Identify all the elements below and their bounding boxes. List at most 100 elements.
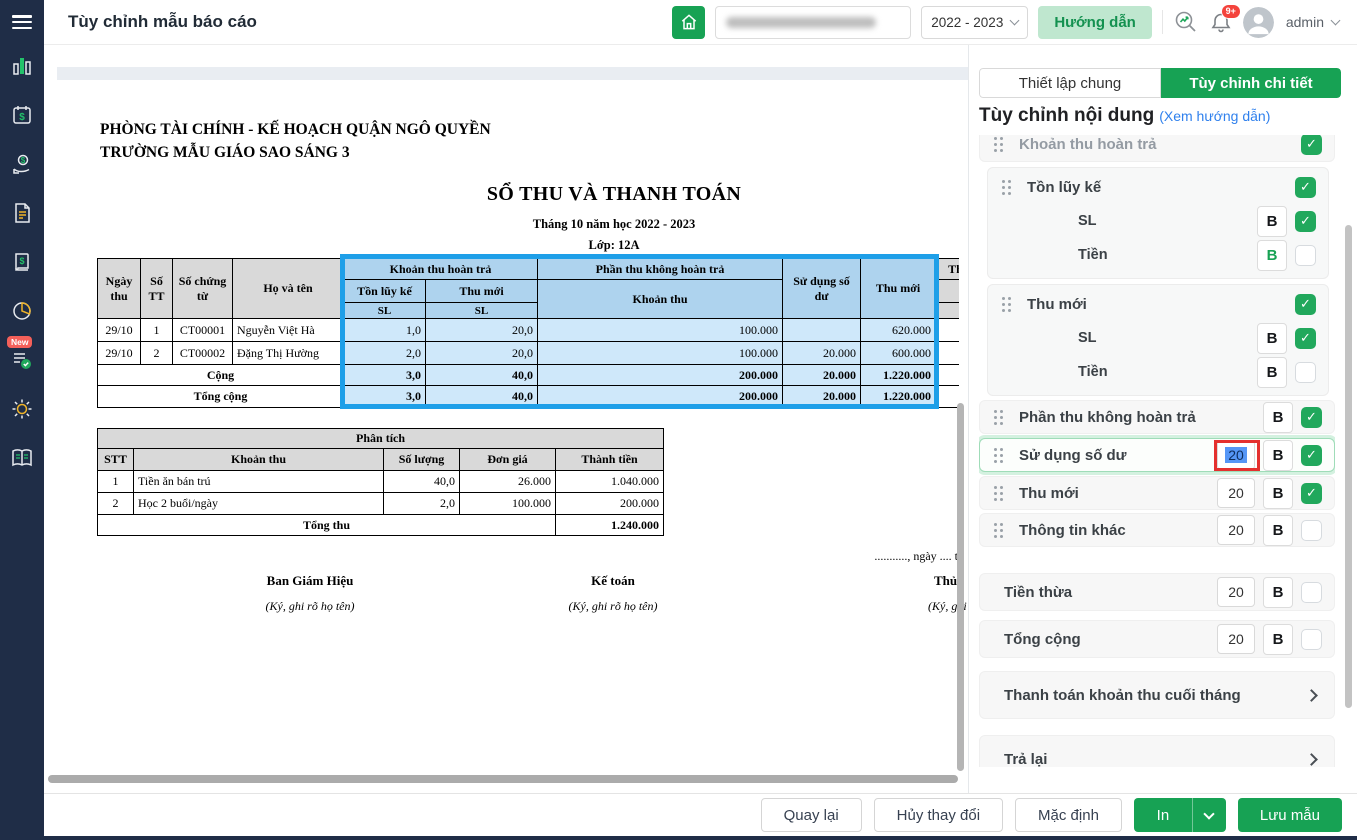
checkbox-unchecked[interactable]: ✓	[1301, 629, 1322, 650]
notifications-button[interactable]: 9+	[1209, 10, 1233, 35]
row-tong-cong[interactable]: Tổng cộng 20 B ✓	[979, 620, 1335, 658]
page-top-gap	[57, 67, 968, 80]
view-guide-link[interactable]: (Xem hướng dẫn)	[1159, 108, 1270, 124]
card-ton-luy-ke: Tồn lũy kế ✓ SL B ✓ Tiền B ✓	[987, 167, 1329, 279]
row-thanh-toan-khoan-thu-cuoi-thang[interactable]: Thanh toán khoản thu cuối tháng	[979, 671, 1335, 719]
row-thong-tin-khac[interactable]: Thông tin khác 20 B ✓	[979, 513, 1335, 547]
checkbox-checked[interactable]: ✓	[1295, 328, 1316, 349]
report-preview[interactable]: PHÒNG TÀI CHÍNH - KẾ HOẠCH QUẬN NGÔ QUYỀ…	[44, 45, 968, 793]
vertical-scrollbar[interactable]	[957, 403, 964, 771]
checkbox-checked[interactable]: ✓	[1295, 294, 1316, 315]
report-title: SỔ THU VÀ THANH TOÁN	[487, 183, 741, 205]
sidebar-item-documents[interactable]	[9, 200, 35, 226]
save-template-button[interactable]: Lưu mẫu	[1238, 798, 1342, 832]
checkbox-unchecked[interactable]: ✓	[1295, 245, 1316, 266]
row-tien-thua[interactable]: Tiền thừa 20 B ✓	[979, 573, 1335, 611]
sidebar-item-library[interactable]	[9, 445, 35, 471]
bold-toggle-button[interactable]: B	[1263, 515, 1293, 546]
report-class-line: Lớp: 12A	[364, 238, 864, 253]
drag-handle-icon[interactable]	[1002, 297, 1011, 312]
col-header: Ngày thu	[98, 259, 141, 319]
hamburger-menu-icon[interactable]	[12, 15, 32, 29]
print-options-button[interactable]	[1192, 798, 1226, 832]
main-table-wrapper: Ngày thu Số TT Số chứng từ Họ và tên Kho…	[97, 258, 959, 408]
sidebar-item-new-feature[interactable]: New	[9, 347, 35, 373]
checkbox-checked[interactable]: ✓	[1301, 445, 1322, 466]
row-phan-thu-khong-hoan-tra[interactable]: Phần thu không hoàn trả B ✓	[979, 400, 1335, 434]
bold-toggle-button[interactable]: B	[1263, 440, 1293, 471]
drag-handle-icon[interactable]	[994, 137, 1003, 152]
checkbox-unchecked[interactable]: ✓	[1301, 520, 1322, 541]
sidebar-item-receipts[interactable]: $	[9, 151, 35, 177]
col-header-cut	[936, 303, 959, 319]
col-header: Sử dụng số dư	[783, 259, 861, 319]
customize-panel: Thiết lập chung Tùy chỉnh chi tiết Tùy c…	[968, 45, 1357, 793]
card-thu-moi: Thu mới ✓ SL B ✓ Tiền B ✓	[987, 284, 1329, 396]
row-su-dung-so-du[interactable]: Sử dụng số dư 20 B ✓	[979, 438, 1335, 472]
bold-toggle-button[interactable]: B	[1263, 478, 1293, 509]
sidebar-item-fee-calendar[interactable]: $	[9, 102, 35, 128]
drag-handle-icon[interactable]	[994, 410, 1003, 425]
sub-row-sl: SL B ✓	[994, 204, 1322, 238]
sidebar-item-reports[interactable]	[9, 298, 35, 324]
card-header-row[interactable]: Tồn lũy kế ✓	[994, 170, 1322, 204]
school-year-select[interactable]: 2022 - 2023	[921, 6, 1028, 39]
guide-button[interactable]: Hướng dẫn	[1038, 6, 1152, 39]
default-button[interactable]: Mặc định	[1015, 798, 1122, 832]
row-khoan-thu-hoan-tra[interactable]: Khoản thu hoàn trả ✓	[979, 135, 1335, 162]
row-tra-lai[interactable]: Trả lại	[979, 735, 1335, 767]
checkbox-checked[interactable]: ✓	[1301, 407, 1322, 428]
width-input[interactable]: 20	[1217, 577, 1255, 607]
tab-general-settings[interactable]: Thiết lập chung	[979, 68, 1161, 98]
width-input[interactable]: 20	[1217, 478, 1255, 508]
gear-icon	[10, 397, 34, 421]
width-input[interactable]: 20	[1217, 624, 1255, 654]
signature-block: Ban Giám Hiệu (Ký, ghi rõ họ tên)	[230, 573, 390, 614]
svg-text:$: $	[19, 256, 24, 266]
sidebar-item-settings[interactable]	[9, 396, 35, 422]
sidebar-item-dashboard[interactable]	[9, 53, 35, 79]
checkbox-checked[interactable]: ✓	[1301, 135, 1322, 155]
checkbox-unchecked[interactable]: ✓	[1301, 582, 1322, 603]
width-input[interactable]: 20	[1217, 515, 1255, 545]
sidebar-item-cash-book[interactable]: $	[9, 249, 35, 275]
bold-toggle-button[interactable]: B	[1263, 402, 1293, 433]
bold-toggle-button[interactable]: B	[1257, 206, 1287, 237]
home-button[interactable]	[672, 6, 705, 39]
chevron-down-icon	[1204, 808, 1215, 819]
school-search-input[interactable]	[715, 6, 911, 39]
home-icon	[679, 12, 699, 32]
checkbox-checked[interactable]: ✓	[1295, 177, 1316, 198]
analysis-total-row: Tổng thu 1.240.000	[98, 515, 664, 536]
search-trend-button[interactable]	[1173, 9, 1199, 35]
checkbox-checked[interactable]: ✓	[1301, 483, 1322, 504]
width-input-selected[interactable]: 20	[1217, 440, 1255, 470]
checklist-check-icon	[10, 348, 34, 372]
card-header-row[interactable]: Thu mới ✓	[994, 287, 1322, 321]
chevron-down-icon	[1010, 15, 1020, 25]
tab-detail-customize[interactable]: Tùy chỉnh chi tiết	[1161, 68, 1341, 98]
col-header: Số chứng từ	[173, 259, 233, 319]
analysis-table-wrapper: Phân tích STT Khoản thu Số lượng Đơn giá…	[97, 428, 664, 536]
bold-toggle-button[interactable]: B	[1263, 624, 1293, 655]
main-table: Ngày thu Số TT Số chứng từ Họ và tên Kho…	[97, 258, 959, 408]
drag-handle-icon[interactable]	[1002, 180, 1011, 195]
checkbox-unchecked[interactable]: ✓	[1295, 362, 1316, 383]
cancel-changes-button[interactable]: Hủy thay đổi	[874, 798, 1003, 832]
drag-handle-icon[interactable]	[994, 448, 1003, 463]
drag-handle-icon[interactable]	[994, 523, 1003, 538]
avatar[interactable]	[1243, 7, 1274, 38]
user-menu[interactable]: admin	[1284, 6, 1341, 39]
bold-toggle-button[interactable]: B	[1263, 577, 1293, 608]
horizontal-scrollbar[interactable]	[48, 775, 958, 783]
signature-date-line: ..........., ngày .... t	[744, 549, 958, 564]
checkbox-checked[interactable]: ✓	[1295, 211, 1316, 232]
back-button[interactable]: Quay lại	[761, 798, 862, 832]
bold-toggle-button[interactable]: B	[1257, 357, 1287, 388]
bold-toggle-button-active[interactable]: B	[1257, 240, 1287, 271]
bold-toggle-button[interactable]: B	[1257, 323, 1287, 354]
row-thu-moi[interactable]: Thu mới 20 B ✓	[979, 476, 1335, 510]
drag-handle-icon[interactable]	[994, 486, 1003, 501]
print-button[interactable]: In	[1134, 798, 1192, 832]
panel-scrollbar[interactable]	[1345, 225, 1352, 708]
